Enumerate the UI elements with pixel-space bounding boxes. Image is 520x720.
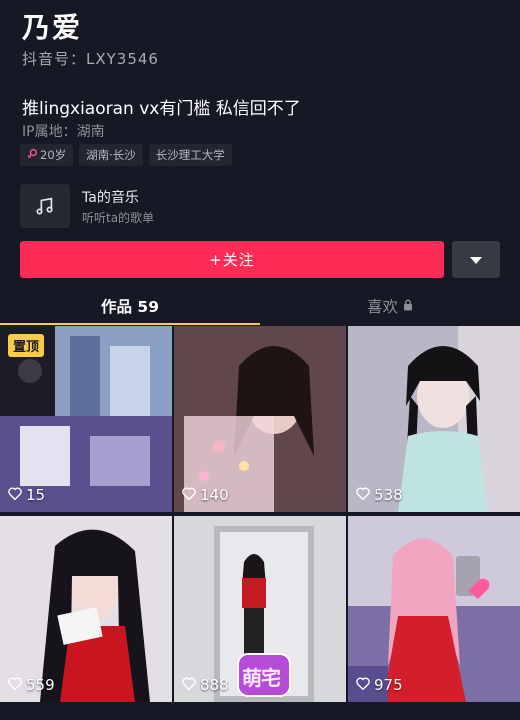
heart-icon bbox=[182, 676, 196, 694]
video-thumbnail[interactable]: 975 bbox=[348, 516, 520, 702]
age-label: 20岁 bbox=[40, 148, 67, 162]
tab-works[interactable]: 作品 59 bbox=[0, 286, 260, 326]
pinned-badge: 置顶 bbox=[8, 334, 45, 357]
like-count-value: 559 bbox=[26, 676, 55, 694]
video-thumbnail[interactable]: 140 bbox=[174, 326, 346, 512]
sticker: 萌宅 bbox=[236, 650, 292, 700]
like-count: 559 bbox=[8, 676, 55, 694]
school-label: 长沙理工大学 bbox=[155, 148, 225, 162]
age-tag: 20岁 bbox=[20, 144, 74, 166]
music-title: Ta的音乐 bbox=[82, 190, 139, 206]
works-grid: 置顶 15 140 538 559 萌宅 888 975 bbox=[0, 326, 520, 720]
profile-name: 乃爱 bbox=[22, 11, 83, 44]
profile-tags: 20岁 湖南·长沙 长沙理工大学 bbox=[20, 144, 232, 166]
more-options-button[interactable] bbox=[452, 241, 500, 278]
thumbnail-image bbox=[348, 516, 520, 702]
female-icon bbox=[27, 148, 38, 162]
like-count: 975 bbox=[356, 676, 403, 694]
profile-tabs: 作品 59 喜欢 bbox=[0, 286, 520, 326]
lock-icon bbox=[403, 297, 413, 315]
active-tab-indicator bbox=[0, 323, 260, 325]
music-entry[interactable]: Ta的音乐 听听ta的歌单 bbox=[20, 184, 320, 228]
sticker-text: 萌宅 bbox=[242, 666, 281, 690]
tab-works-label: 作品 59 bbox=[101, 298, 159, 316]
thumbnail-image bbox=[0, 516, 172, 702]
profile-header: 乃爱 抖音号：LXY3546 推lingxiaoran vx有门槛 私信回不了 … bbox=[0, 0, 520, 325]
heart-icon bbox=[356, 676, 370, 694]
follow-button[interactable]: +关注 bbox=[20, 241, 444, 278]
video-thumbnail[interactable]: 538 bbox=[348, 326, 520, 512]
like-count: 15 bbox=[8, 486, 45, 504]
like-count: 140 bbox=[182, 486, 229, 504]
location-tag: 湖南·长沙 bbox=[79, 144, 143, 166]
tab-likes-label: 喜欢 bbox=[366, 298, 398, 316]
like-count-value: 888 bbox=[200, 676, 229, 694]
heart-icon bbox=[356, 486, 370, 504]
video-thumbnail[interactable]: 萌宅 888 bbox=[174, 516, 346, 702]
like-count-value: 15 bbox=[26, 486, 46, 504]
school-tag[interactable]: 长沙理工大学 bbox=[148, 144, 232, 166]
like-count-value: 140 bbox=[200, 486, 229, 504]
thumbnail-image bbox=[348, 326, 520, 512]
like-count: 538 bbox=[356, 486, 403, 504]
triangle-down-icon bbox=[470, 250, 482, 269]
heart-icon bbox=[182, 486, 196, 504]
music-note-icon bbox=[20, 184, 70, 228]
like-count: 888 bbox=[182, 676, 229, 694]
like-count-value: 975 bbox=[374, 676, 403, 694]
location-label: 湖南·长沙 bbox=[86, 148, 136, 162]
video-thumbnail[interactable]: 559 bbox=[0, 516, 172, 702]
thumbnail-image bbox=[174, 326, 346, 512]
douyin-id: 抖音号：LXY3546 bbox=[22, 50, 159, 68]
music-subtitle: 听听ta的歌单 bbox=[82, 211, 155, 225]
video-thumbnail[interactable]: 置顶 15 bbox=[0, 326, 172, 512]
heart-icon bbox=[8, 486, 22, 504]
heart-icon bbox=[8, 676, 22, 694]
ip-location: IP属地：湖南 bbox=[22, 124, 105, 140]
like-count-value: 538 bbox=[374, 486, 403, 504]
profile-bio: 推lingxiaoran vx有门槛 私信回不了 bbox=[22, 99, 301, 119]
tab-likes[interactable]: 喜欢 bbox=[260, 286, 520, 326]
